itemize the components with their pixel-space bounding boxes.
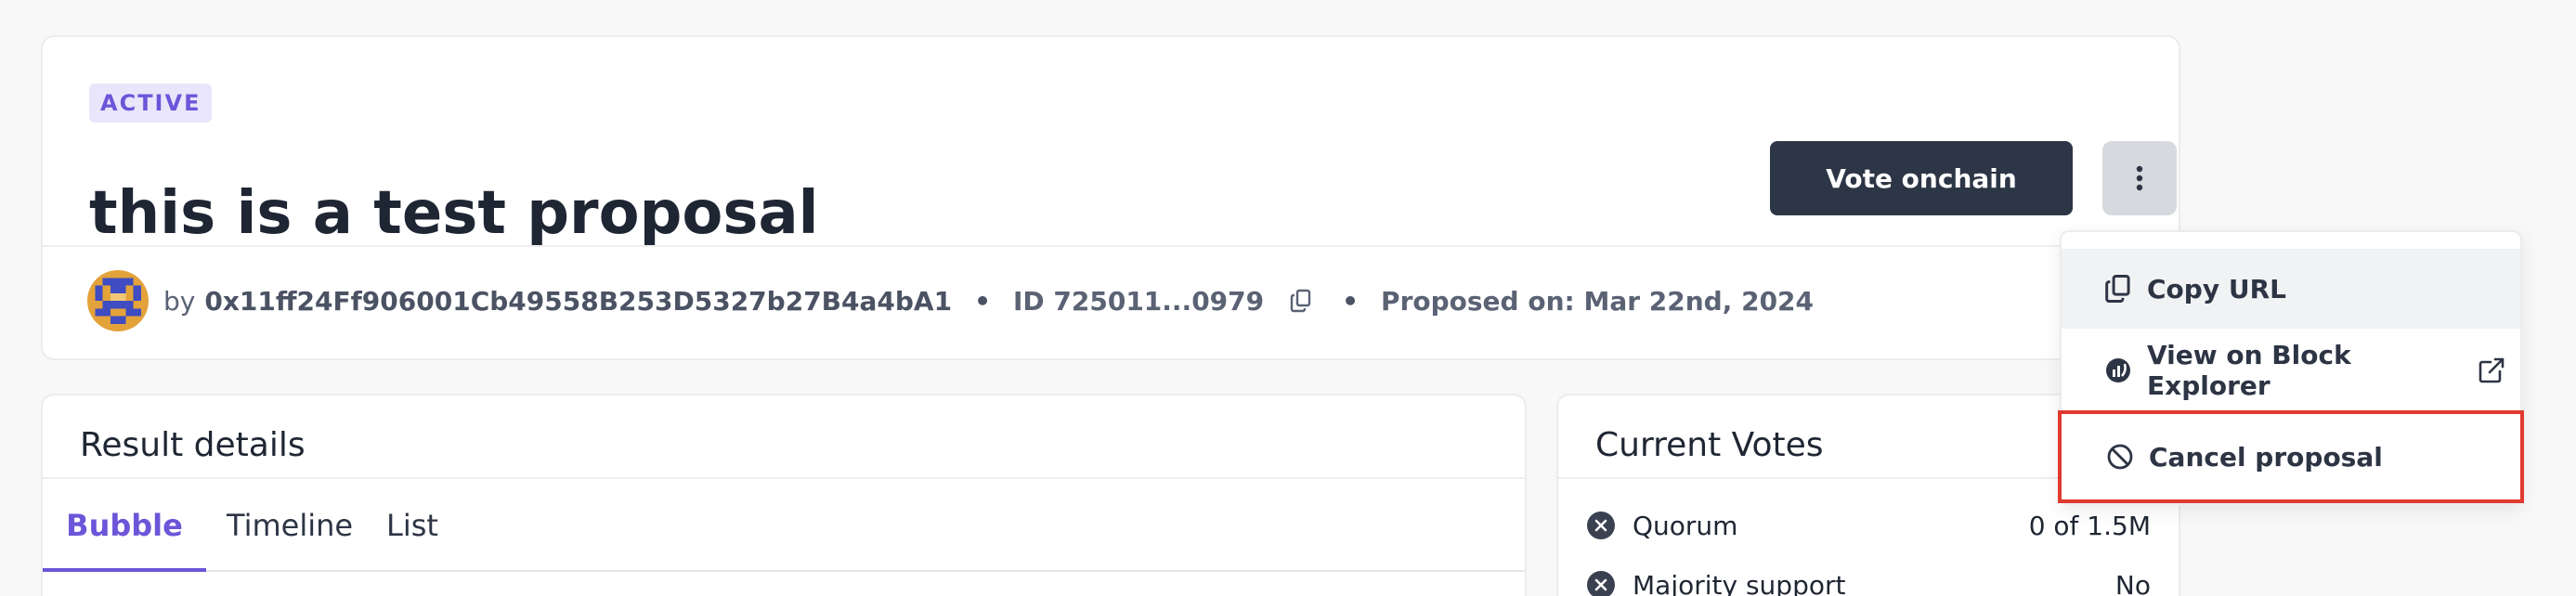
more-options-button[interactable] [2102,141,2177,215]
separator-dot: • [1342,285,1360,317]
vote-onchain-label: Vote onchain [1826,162,2017,194]
proposer-address[interactable]: 0x11ff24Ff906001Cb49558B253D5327b27B4a4b… [204,286,952,317]
status-badge: ACTIVE [89,84,213,123]
result-details-title: Result details [80,426,306,464]
tab-bubble[interactable]: Bubble [43,479,206,572]
menu-item-label: Cancel proposal [2149,441,2383,473]
proposal-meta-row: by 0x11ff24Ff906001Cb49558B253D5327b27B4… [87,269,1814,332]
separator-dot: • [974,285,991,317]
x-circle-icon [1587,512,1615,539]
quorum-label: Quorum [1633,510,1738,541]
quorum-value: 0 of 1.5M [2028,510,2151,541]
menu-item-copy-url[interactable]: Copy URL [2062,249,2520,329]
avatar[interactable] [87,270,149,331]
tab-timeline[interactable]: Timeline [227,479,353,572]
result-tabs: Bubble Timeline List [43,479,1525,572]
vote-row-quorum: Quorum 0 of 1.5M [1586,505,2151,546]
vote-row-majority: Majority support No [1586,564,2151,596]
header-divider [43,245,2179,247]
x-circle-icon [1587,571,1615,596]
proposal-title: this is a test proposal [89,179,819,248]
majority-support-label: Majority support [1633,569,1846,596]
tab-list[interactable]: List [386,479,438,572]
vertical-dots-icon [2136,165,2143,191]
proposal-header-card: ACTIVE this is a test proposal Vote onch… [41,35,2180,360]
menu-item-cancel-proposal[interactable]: Cancel proposal [2058,410,2524,503]
external-link-icon [2478,357,2504,383]
copy-icon[interactable] [1290,289,1312,313]
vote-onchain-button[interactable]: Vote onchain [1770,141,2073,215]
current-votes-title: Current Votes [1595,426,1824,464]
menu-item-label: Copy URL [2147,273,2286,304]
menu-item-label: View on Block Explorer [2147,340,2351,401]
result-details-card: Result details Bubble Timeline List [41,394,1527,596]
by-label: by [163,285,196,317]
proposed-on-date: Proposed on: Mar 22nd, 2024 [1381,285,1815,317]
more-options-dropdown: Copy URL View on Block Explorer Cancel p… [2058,230,2524,505]
majority-support-value: No [2114,569,2151,596]
menu-item-view-block-explorer[interactable]: View on Block Explorer [2062,330,2520,410]
proposal-id: ID 725011...0979 [1012,285,1265,317]
ban-icon [2107,444,2133,470]
copy-icon [2105,274,2130,304]
etherscan-icon [2106,358,2130,382]
